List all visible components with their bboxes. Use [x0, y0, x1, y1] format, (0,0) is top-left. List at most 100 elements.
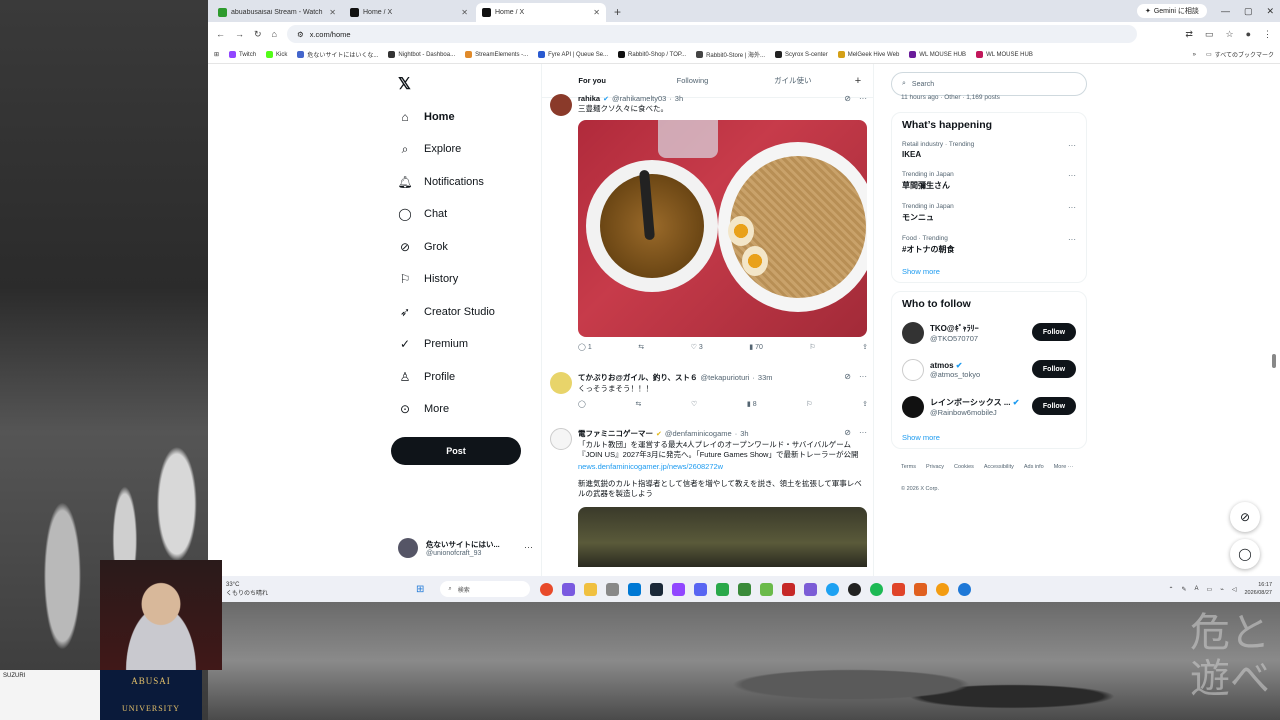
more-horizontal-icon[interactable]: ···	[859, 94, 867, 103]
more-horizontal-icon[interactable]: ···	[859, 428, 867, 437]
follow-button[interactable]: Follow	[1032, 397, 1076, 415]
post-button[interactable]: Post	[391, 437, 521, 465]
bookmark-button[interactable]: ⚐	[809, 343, 815, 351]
app-icon[interactable]	[760, 582, 774, 596]
pen-icon[interactable]: ✎	[1182, 586, 1187, 593]
tab-twitch[interactable]: abuabusaisai Stream - Watch L ✕	[212, 3, 342, 22]
tweet[interactable]: rahika ✔ @rahikamelty03 · 3h ⊘ ··· 三豊麺クソ久…	[542, 94, 873, 352]
views-button[interactable]: ▮ 8	[747, 400, 757, 409]
app-icon[interactable]	[826, 582, 840, 596]
nav-grok[interactable]: ⊘ Grok	[398, 240, 448, 254]
nav-explore[interactable]: ⌕ Explore	[398, 142, 462, 156]
all-bookmarks[interactable]: ▭ すべてのブックマーク	[1206, 50, 1274, 59]
bookmark-item[interactable]: MelGeek Hive Web	[837, 51, 899, 58]
volume-icon[interactable]: ◁	[1232, 586, 1237, 593]
chat-fab-button[interactable]: ◯	[1230, 539, 1260, 569]
like-button[interactable]: ♡ 3	[691, 343, 703, 352]
views-button[interactable]: ▮ 70	[749, 343, 763, 352]
apps-icon[interactable]: ⊞	[214, 51, 219, 58]
cast-icon[interactable]: ▭	[1205, 29, 1214, 40]
home-browser-icon[interactable]: ⌂	[272, 29, 277, 39]
trend-item[interactable]: Retail industry · Trending IKEA ···	[902, 141, 1076, 159]
grok-icon[interactable]: ⊘	[844, 94, 851, 103]
app-icon[interactable]	[936, 582, 950, 596]
clock[interactable]: 16:17 2026/08/27	[1244, 581, 1272, 597]
tweet-link[interactable]: news.denfaminicogamer.jp/news/2608272w	[578, 462, 873, 471]
avatar[interactable]	[550, 428, 572, 450]
avatar[interactable]	[550, 94, 572, 116]
twitch-icon[interactable]	[672, 582, 686, 596]
app-icon[interactable]	[958, 582, 972, 596]
grok-icon[interactable]: ⊘	[844, 372, 851, 381]
like-button[interactable]: ♡	[691, 400, 697, 408]
bookmark-item[interactable]: WL MOUSE HUB	[976, 51, 1033, 58]
taskbar-search[interactable]: ⌕ 検索	[440, 581, 531, 597]
app-icon[interactable]	[892, 582, 906, 596]
windows-start-icon[interactable]: ⊞	[416, 584, 424, 595]
grok-fab-button[interactable]: ⊘	[1230, 502, 1260, 532]
more-horizontal-icon[interactable]: ···	[1068, 141, 1076, 150]
spotify-icon[interactable]	[870, 582, 884, 596]
add-tab-icon[interactable]: +	[843, 75, 873, 87]
bookmark-item[interactable]: Fyre API | Queue Se...	[538, 51, 608, 58]
x-logo-icon[interactable]: 𝕏	[398, 74, 411, 94]
nav-creator-studio[interactable]: ➶ Creator Studio	[398, 305, 495, 319]
menu-icon[interactable]: ⋮	[1263, 29, 1272, 40]
follow-suggestion[interactable]: TKO@ｷﾞｬﾗﾘｰ @TKO570707 Follow	[902, 314, 1076, 351]
share-button[interactable]: ⇪	[862, 400, 868, 408]
steam-icon[interactable]	[650, 582, 664, 596]
trend-item[interactable]: Trending in Japan モンニュ ···	[902, 203, 1076, 223]
star-icon[interactable]: ☆	[1225, 29, 1233, 40]
tab-list[interactable]: ガイル使い	[743, 75, 843, 86]
edge-icon[interactable]	[628, 582, 642, 596]
nav-profile[interactable]: ♙ Profile	[398, 370, 456, 384]
tab-x-home[interactable]: Home / X ✕	[344, 3, 474, 22]
show-more-link[interactable]: Show more	[902, 433, 1076, 442]
bookmark-item[interactable]: Scyrox S-center	[775, 51, 828, 58]
app-icon[interactable]	[738, 582, 752, 596]
bookmark-item[interactable]: Kick	[266, 51, 287, 58]
tweet-photo[interactable]	[578, 120, 867, 337]
chevron-up-icon[interactable]: ⌃	[1168, 586, 1173, 593]
close-icon[interactable]: ✕	[461, 8, 468, 17]
reload-icon[interactable]: ↻	[254, 29, 262, 40]
bookmark-item[interactable]: WL MOUSE HUB	[909, 51, 966, 58]
more-horizontal-icon[interactable]: ···	[1068, 203, 1076, 212]
search-input[interactable]: ⌕ Search	[891, 72, 1087, 96]
repost-button[interactable]: ⇆	[638, 343, 644, 351]
chevron-right-icon[interactable]: »	[1193, 52, 1196, 58]
display-icon[interactable]: ▭	[1207, 586, 1213, 593]
repost-button[interactable]: ⇆	[635, 400, 641, 408]
bookmark-item[interactable]: StreamElements -...	[465, 51, 528, 58]
share-button[interactable]: ⇪	[862, 343, 868, 351]
nav-more[interactable]: ⊙ More	[398, 402, 449, 416]
avatar[interactable]	[550, 372, 572, 394]
follow-button[interactable]: Follow	[1032, 323, 1076, 341]
account-switcher[interactable]: 危ないサイトにはい... @unionofcraft_93 ···	[398, 538, 533, 558]
app-icon[interactable]	[914, 582, 928, 596]
more-horizontal-icon[interactable]: ···	[1068, 171, 1076, 180]
nav-notifications[interactable]: 🔔︎ Notifications	[397, 175, 484, 189]
bookmark-button[interactable]: ⚐	[806, 400, 812, 408]
reply-button[interactable]: ◯ 1	[578, 343, 592, 352]
tab-following[interactable]: Following	[642, 76, 742, 85]
tab-for-you[interactable]: For you	[542, 76, 642, 85]
nav-chat[interactable]: ◯ Chat	[398, 207, 447, 221]
tweet-photo[interactable]	[578, 507, 867, 567]
tab-x-home-active[interactable]: Home / X ✕	[476, 3, 606, 22]
close-icon[interactable]: ✕	[593, 8, 600, 17]
profile-avatar-icon[interactable]: ●	[1246, 29, 1251, 40]
app-icon[interactable]	[782, 582, 796, 596]
translate-icon[interactable]: ⇄	[1185, 29, 1193, 40]
nav-history[interactable]: ⚐ History	[398, 272, 459, 286]
gemini-button[interactable]: ✦ Gemini に相談	[1136, 4, 1207, 18]
nav-home[interactable]: ⌂ Home	[398, 110, 454, 124]
bookmark-item[interactable]: Twitch	[229, 51, 256, 58]
site-info-icon[interactable]: ⚙	[297, 30, 304, 39]
more-horizontal-icon[interactable]: ···	[1068, 235, 1076, 244]
folder-icon[interactable]	[584, 582, 598, 596]
follow-suggestion[interactable]: レインボーシックス ... ✔ @Rainbow6mobileJ Follow	[902, 388, 1076, 425]
trend-item[interactable]: Food · Trending #オトナの朝食 ···	[902, 235, 1076, 255]
show-more-link[interactable]: Show more	[902, 267, 1076, 276]
app-icon[interactable]	[716, 582, 730, 596]
